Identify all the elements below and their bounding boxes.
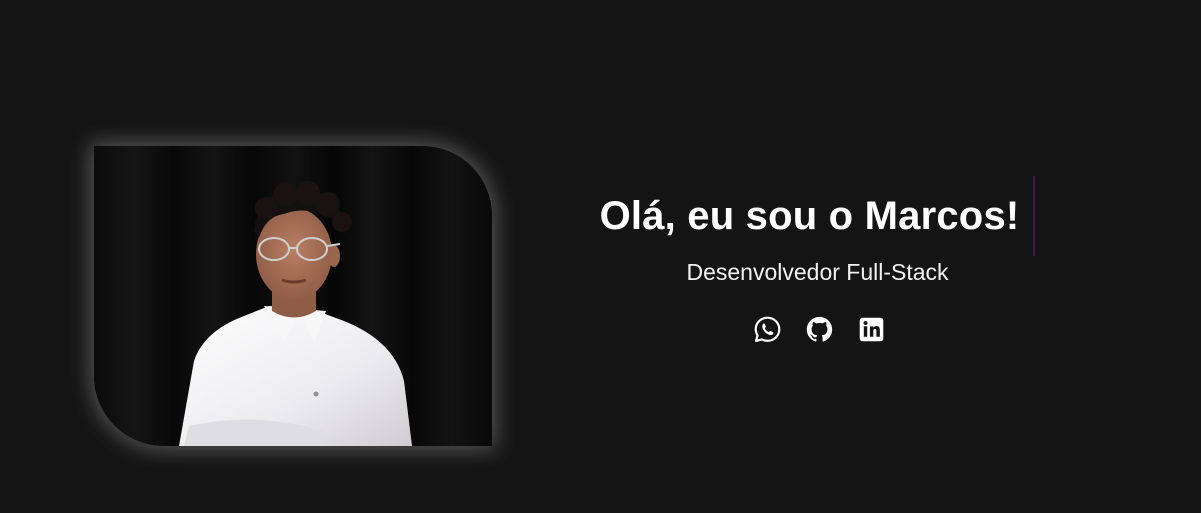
typing-caret: [1033, 176, 1036, 256]
github-link[interactable]: [805, 314, 835, 344]
whatsapp-icon: [754, 316, 781, 342]
github-icon: [806, 316, 833, 342]
title-row: Olá, eu sou o Marcos!: [600, 176, 1036, 256]
linkedin-icon: [859, 317, 884, 341]
linkedin-link[interactable]: [857, 314, 887, 344]
page-title: Olá, eu sou o Marcos!: [599, 194, 1020, 238]
social-links: [560, 314, 1075, 344]
role-subtitle: Desenvolvedor Full-Stack: [686, 259, 949, 285]
profile-photo-image: [94, 146, 492, 446]
whatsapp-link[interactable]: [753, 314, 783, 344]
intro-section: Olá, eu sou o Marcos! Desenvolvedor Full…: [560, 176, 1075, 344]
profile-photo: [94, 146, 492, 446]
